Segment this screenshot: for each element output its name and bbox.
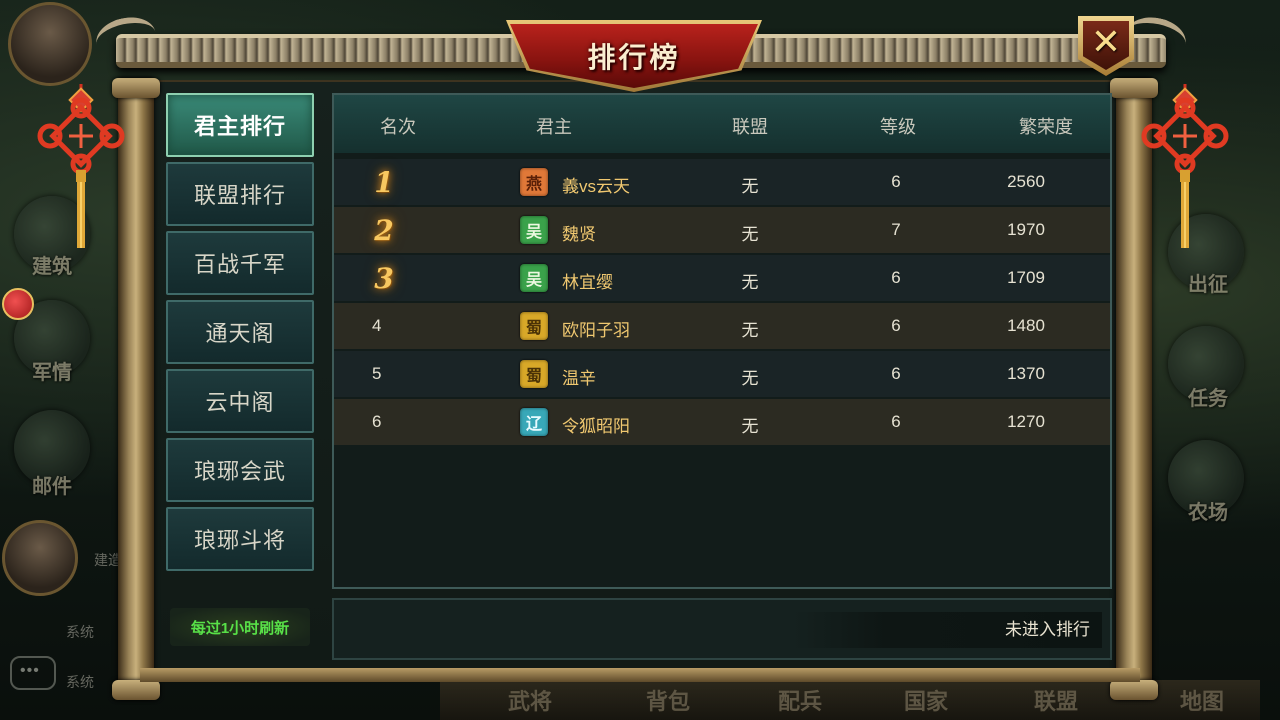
rank-medal-2: 2 xyxy=(374,213,394,247)
rank-number: 5 xyxy=(372,364,382,383)
title-banner: 排行榜 xyxy=(506,20,762,92)
lord-name[interactable]: 魏贤 xyxy=(562,220,596,245)
prosperity-cell: 1709 xyxy=(1007,268,1045,287)
refresh-note: 每过1小时刷新 xyxy=(170,608,310,646)
table-row[interactable]: 2 吴 魏贤 无 7 1970 xyxy=(334,207,1110,253)
tab-langya-martial[interactable]: 琅琊会武 xyxy=(166,438,314,502)
kingdom-badge: 吴 xyxy=(520,216,548,244)
chinese-knot-left-icon xyxy=(37,84,125,248)
my-rank-bar: 未进入排行 xyxy=(332,598,1112,660)
close-icon: ✕ xyxy=(1090,22,1122,63)
lord-name[interactable]: 令狐昭阳 xyxy=(562,412,630,437)
bg-bottom-troops[interactable]: 配兵 xyxy=(778,684,822,716)
lord-name[interactable]: 温辛 xyxy=(562,364,596,389)
bottom-beam xyxy=(140,668,1140,682)
lord-name[interactable]: 欧阳子羽 xyxy=(562,316,630,341)
player-avatar[interactable] xyxy=(8,2,92,86)
prosperity-cell: 2560 xyxy=(1007,172,1045,191)
tab-tongtian-pavilion[interactable]: 通天阁 xyxy=(166,300,314,364)
hero-avatar[interactable] xyxy=(2,520,78,596)
bg-bottom-country[interactable]: 国家 xyxy=(904,684,948,716)
level-cell: 6 xyxy=(891,268,901,287)
bg-system-text-2: 系统 xyxy=(66,674,94,690)
lord-name[interactable]: 林宜缨 xyxy=(562,268,613,293)
alliance-cell: 无 xyxy=(741,177,759,196)
bg-label-building: 建筑 xyxy=(32,254,72,278)
rank-medal-1: 1 xyxy=(374,165,394,199)
alliance-cell: 无 xyxy=(741,417,759,436)
alliance-cell: 无 xyxy=(741,321,759,340)
tab-langya-generals[interactable]: 琅琊斗将 xyxy=(166,507,314,571)
ranking-table: 名次 君主 联盟 等级 繁荣度 1 燕 義vs云天 无 6 2560 2 吴 魏… xyxy=(332,93,1112,589)
header-rank: 名次 xyxy=(380,117,416,137)
kingdom-badge: 蜀 xyxy=(520,312,548,340)
bg-label-mail: 邮件 xyxy=(32,474,72,498)
bg-bottom-map[interactable]: 地图 xyxy=(1180,684,1224,716)
bg-label-quest: 任务 xyxy=(1188,386,1228,410)
kingdom-badge: 辽 xyxy=(520,408,548,436)
bg-bottom-bag[interactable]: 背包 xyxy=(646,684,690,716)
my-rank-status: 未进入排行 xyxy=(794,612,1102,648)
bg-bottom-alliance[interactable]: 联盟 xyxy=(1034,684,1078,716)
prosperity-cell: 1480 xyxy=(1007,316,1045,335)
header-level: 等级 xyxy=(880,117,916,137)
bg-label-expedition: 出征 xyxy=(1188,272,1228,296)
window-title: 排行榜 xyxy=(587,41,681,74)
tab-hundred-battles[interactable]: 百战千军 xyxy=(166,231,314,295)
level-cell: 6 xyxy=(891,172,901,191)
prosperity-cell: 1370 xyxy=(1007,364,1045,383)
level-cell: 6 xyxy=(891,412,901,431)
rank-medal-3: 3 xyxy=(374,261,394,295)
close-button[interactable]: ✕ xyxy=(1078,16,1134,76)
tab-yunzhong-pavilion[interactable]: 云中阁 xyxy=(166,369,314,433)
bg-bottom-generals[interactable]: 武将 xyxy=(508,684,552,716)
header-prosperity: 繁荣度 xyxy=(1019,117,1073,137)
alliance-cell: 无 xyxy=(741,225,759,244)
tab-lord-ranking[interactable]: 君主排行 xyxy=(166,93,314,157)
bg-system-text-1: 系统 xyxy=(66,624,94,640)
rank-number: 6 xyxy=(372,412,382,431)
table-row[interactable]: 3 吴 林宜缨 无 6 1709 xyxy=(334,255,1110,301)
chat-icon[interactable] xyxy=(10,656,56,690)
prosperity-cell: 1270 xyxy=(1007,412,1045,431)
bg-label-farm: 农场 xyxy=(1188,500,1228,524)
header-alliance: 联盟 xyxy=(732,117,768,137)
level-cell: 7 xyxy=(891,220,901,239)
level-cell: 6 xyxy=(891,316,901,335)
kingdom-badge: 燕 xyxy=(520,168,548,196)
rank-number: 4 xyxy=(372,316,382,335)
left-pillar-cap-bottom xyxy=(112,680,160,700)
red-packet-icon[interactable] xyxy=(2,288,34,320)
level-cell: 6 xyxy=(891,364,901,383)
alliance-cell: 无 xyxy=(741,273,759,292)
table-header: 名次 君主 联盟 等级 繁荣度 xyxy=(334,95,1110,153)
lord-name[interactable]: 義vs云天 xyxy=(562,172,630,197)
chinese-knot-right-icon xyxy=(1141,84,1229,248)
right-pillar-cap-bottom xyxy=(1110,680,1158,700)
bg-label-intel: 军情 xyxy=(32,360,72,384)
table-row[interactable]: 6 辽 令狐昭阳 无 6 1270 xyxy=(334,399,1110,445)
kingdom-badge: 吴 xyxy=(520,264,548,292)
alliance-cell: 无 xyxy=(741,369,759,388)
prosperity-cell: 1970 xyxy=(1007,220,1045,239)
table-row[interactable]: 4 蜀 欧阳子羽 无 6 1480 xyxy=(334,303,1110,349)
header-lord: 君主 xyxy=(536,117,572,137)
kingdom-badge: 蜀 xyxy=(520,360,548,388)
table-row[interactable]: 5 蜀 温辛 无 6 1370 xyxy=(334,351,1110,397)
tab-alliance-ranking[interactable]: 联盟排行 xyxy=(166,162,314,226)
table-row[interactable]: 1 燕 義vs云天 无 6 2560 xyxy=(334,159,1110,205)
